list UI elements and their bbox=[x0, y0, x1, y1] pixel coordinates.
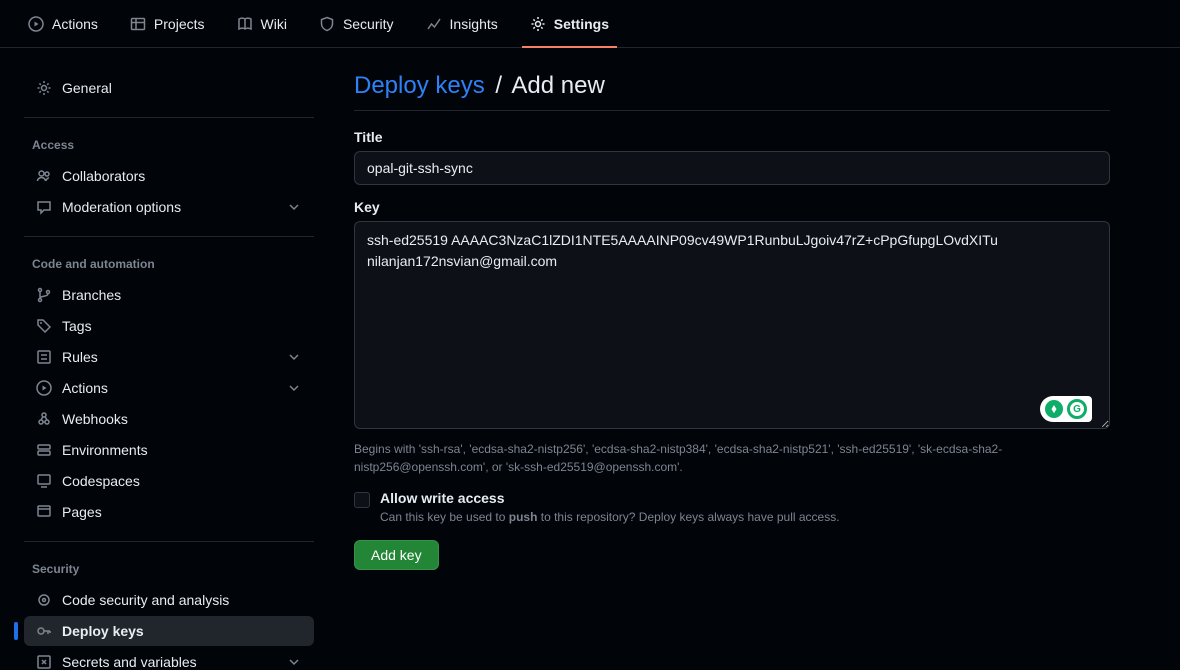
sidebar-item-environments[interactable]: Environments bbox=[24, 435, 314, 465]
sidebar-item-label: Code security and analysis bbox=[62, 592, 229, 608]
topnav-label: Insights bbox=[450, 16, 498, 32]
main-content: Deploy keys / Add new Title Key ⬧ G Begi… bbox=[330, 48, 1150, 670]
table-icon bbox=[130, 16, 146, 32]
title-label: Title bbox=[354, 129, 1110, 145]
graph-icon bbox=[426, 16, 442, 32]
topnav-actions[interactable]: Actions bbox=[16, 0, 110, 48]
sidebar-item-tags[interactable]: Tags bbox=[24, 311, 314, 341]
scan-icon bbox=[36, 592, 52, 608]
sidebar-item-label: Rules bbox=[62, 349, 98, 365]
sidebar-item-actions[interactable]: Actions bbox=[24, 373, 314, 403]
sidebar-item-label: Codespaces bbox=[62, 473, 140, 489]
codespaces-icon bbox=[36, 473, 52, 489]
sidebar-item-rules[interactable]: Rules bbox=[24, 342, 314, 372]
grammarly-widget[interactable]: ⬧ G bbox=[1040, 396, 1092, 422]
repo-topnav: Actions Projects Wiki Security Insights Setti… bbox=[0, 0, 1180, 48]
sidebar-item-label: General bbox=[62, 80, 112, 96]
topnav-label: Actions bbox=[52, 16, 98, 32]
sidebar-item-collaborators[interactable]: Collaborators bbox=[24, 161, 314, 191]
breadcrumb-separator: / bbox=[491, 72, 506, 99]
topnav-insights[interactable]: Insights bbox=[414, 0, 510, 48]
topnav-projects[interactable]: Projects bbox=[118, 0, 217, 48]
sidebar-item-codespaces[interactable]: Codespaces bbox=[24, 466, 314, 496]
play-icon bbox=[36, 380, 52, 396]
chevron-down-icon bbox=[286, 654, 302, 670]
shield-icon bbox=[319, 16, 335, 32]
allow-write-access-description: Can this key be used to push to this rep… bbox=[380, 510, 840, 524]
pages-icon bbox=[36, 504, 52, 520]
play-icon bbox=[28, 16, 44, 32]
topnav-label: Security bbox=[343, 16, 394, 32]
sidebar-item-label: Collaborators bbox=[62, 168, 145, 184]
sidebar-item-code-security-and-analysis[interactable]: Code security and analysis bbox=[24, 585, 314, 615]
sidebar-item-general[interactable]: General bbox=[24, 73, 314, 103]
gear-icon bbox=[530, 16, 546, 32]
allow-write-access-label: Allow write access bbox=[380, 490, 840, 506]
branch-icon bbox=[36, 287, 52, 303]
sidebar-item-label: Webhooks bbox=[62, 411, 128, 427]
sidebar-group-security: Security bbox=[24, 554, 314, 584]
webhook-icon bbox=[36, 411, 52, 427]
topnav-label: Settings bbox=[554, 16, 609, 32]
sidebar-separator bbox=[24, 117, 314, 118]
secret-icon bbox=[36, 654, 52, 670]
rules-icon bbox=[36, 349, 52, 365]
key-icon bbox=[36, 623, 52, 639]
topnav-label: Wiki bbox=[261, 16, 287, 32]
sidebar-group-access: Access bbox=[24, 130, 314, 160]
sidebar-item-label: Secrets and variables bbox=[62, 654, 197, 670]
grammarly-pin-icon: ⬧ bbox=[1045, 400, 1063, 418]
topnav-wiki[interactable]: Wiki bbox=[225, 0, 299, 48]
sidebar-item-label: Actions bbox=[62, 380, 108, 396]
breadcrumb-current: Add new bbox=[511, 72, 604, 99]
sidebar-item-branches[interactable]: Branches bbox=[24, 280, 314, 310]
breadcrumb-link-deploy-keys[interactable]: Deploy keys bbox=[354, 72, 485, 99]
sidebar-item-label: Pages bbox=[62, 504, 102, 520]
people-icon bbox=[36, 168, 52, 184]
chevron-down-icon bbox=[286, 199, 302, 215]
add-key-button[interactable]: Add key bbox=[354, 540, 439, 570]
book-icon bbox=[237, 16, 253, 32]
tag-icon bbox=[36, 318, 52, 334]
gear-icon bbox=[36, 80, 52, 96]
chevron-down-icon bbox=[286, 380, 302, 396]
sidebar-item-label: Deploy keys bbox=[62, 623, 144, 639]
sidebar-item-pages[interactable]: Pages bbox=[24, 497, 314, 527]
key-textarea[interactable] bbox=[354, 221, 1110, 429]
chevron-down-icon bbox=[286, 349, 302, 365]
comment-icon bbox=[36, 199, 52, 215]
topnav-security[interactable]: Security bbox=[307, 0, 406, 48]
topnav-settings[interactable]: Settings bbox=[518, 0, 621, 48]
sidebar-separator bbox=[24, 541, 314, 542]
sidebar-item-label: Tags bbox=[62, 318, 92, 334]
key-hint: Begins with 'ssh-rsa', 'ecdsa-sha2-nistp… bbox=[354, 440, 1110, 476]
sidebar-item-label: Branches bbox=[62, 287, 121, 303]
sidebar-item-label: Moderation options bbox=[62, 199, 181, 215]
sidebar-separator bbox=[24, 236, 314, 237]
env-icon bbox=[36, 442, 52, 458]
key-label: Key bbox=[354, 199, 1110, 215]
sidebar-group-code-and-automation: Code and automation bbox=[24, 249, 314, 279]
sidebar-item-webhooks[interactable]: Webhooks bbox=[24, 404, 314, 434]
sidebar-item-secrets-and-variables[interactable]: Secrets and variables bbox=[24, 647, 314, 670]
grammarly-g-icon: G bbox=[1067, 399, 1087, 419]
sidebar-item-label: Environments bbox=[62, 442, 148, 458]
sidebar-item-deploy-keys[interactable]: Deploy keys bbox=[24, 616, 314, 646]
settings-sidebar: General Access Collaborators Moderation opt… bbox=[0, 48, 330, 670]
allow-write-access-checkbox[interactable] bbox=[354, 492, 370, 508]
topnav-label: Projects bbox=[154, 16, 205, 32]
page-title: Deploy keys / Add new bbox=[354, 72, 1110, 111]
title-input[interactable] bbox=[354, 151, 1110, 185]
sidebar-item-moderation-options[interactable]: Moderation options bbox=[24, 192, 314, 222]
